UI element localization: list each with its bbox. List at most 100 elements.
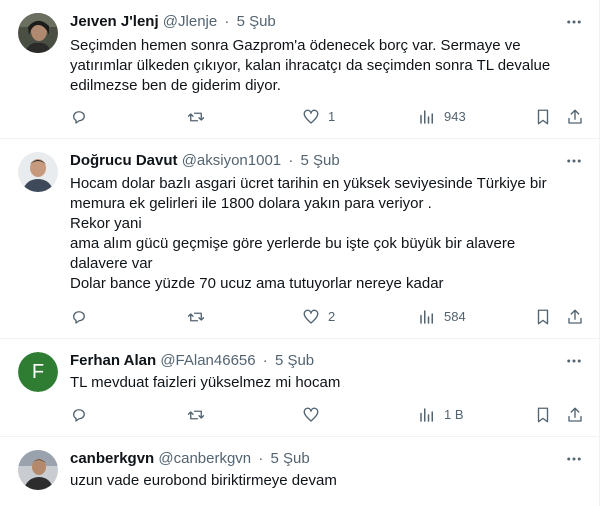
tweet-header: canberkgvn @canberkgvn · 5 Şub	[70, 449, 560, 469]
tweet-text: Seçimden hemen sonra Gazprom'a ödenecek …	[70, 36, 580, 96]
like-button[interactable]	[302, 405, 328, 425]
action-bar: 1 943	[70, 107, 586, 127]
tweet-line: dalavere var	[70, 255, 153, 272]
avatar-photo	[18, 152, 58, 192]
tweet-line: Dolar bance yüzde 70 ucuz ama tutuyorlar…	[70, 275, 444, 292]
reply-button[interactable]	[70, 405, 88, 425]
bookmark-icon	[537, 407, 549, 423]
reply-button[interactable]	[70, 107, 88, 127]
bookmark-button[interactable]	[534, 405, 552, 425]
like-count: 1	[328, 109, 336, 124]
user-handle[interactable]: @canberkgvn	[158, 450, 251, 467]
views-icon	[420, 408, 433, 422]
share-icon	[568, 309, 582, 324]
more-icon	[567, 20, 581, 24]
view-count: 943	[444, 109, 466, 124]
bookmark-icon	[537, 309, 549, 325]
retweet-button[interactable]	[186, 405, 206, 425]
display-name[interactable]: canberkgvn	[70, 450, 154, 467]
avatar[interactable]: F	[18, 352, 58, 392]
avatar[interactable]	[18, 152, 58, 192]
more-options-button[interactable]	[564, 151, 584, 171]
view-count: 584	[444, 309, 466, 324]
views-button[interactable]: 584	[418, 307, 466, 327]
views-icon	[420, 310, 433, 324]
like-button[interactable]: 2	[302, 307, 335, 327]
tweet-line: Rekor yani	[70, 215, 142, 232]
tweet-text: TL mevduat faizleri yükselmez mi hocam	[70, 373, 580, 393]
retweet-icon	[187, 410, 205, 420]
share-button[interactable]	[566, 107, 584, 127]
action-bar: 1 B	[70, 405, 586, 425]
more-icon	[567, 359, 581, 363]
timestamp[interactable]: 5 Şub	[237, 13, 276, 30]
share-button[interactable]	[566, 405, 584, 425]
tweet-ferhan-alan[interactable]: F Ferhan Alan @FAlan46656 · 5 Şub TL mev…	[0, 339, 600, 437]
reply-feed: Jeıven J'lenj @Jlenje · 5 Şub Seçimden h…	[0, 0, 600, 506]
avatar-photo	[18, 13, 58, 53]
views-button[interactable]: 1 B	[418, 405, 464, 425]
retweet-button[interactable]	[186, 307, 206, 327]
avatar-letter: F	[18, 352, 58, 392]
more-options-button[interactable]	[564, 12, 584, 32]
avatar[interactable]	[18, 13, 58, 53]
action-bar: 2 584	[70, 307, 586, 327]
tweet-line: memura ek gelirleri ile 1800 dolara yakı…	[70, 195, 432, 212]
avatar-photo	[18, 450, 58, 490]
avatar[interactable]	[18, 450, 58, 490]
user-handle[interactable]: @aksiyon1001	[182, 152, 281, 169]
reply-button[interactable]	[70, 307, 88, 327]
bookmark-button[interactable]	[534, 307, 552, 327]
tweet-header: Jeıven J'lenj @Jlenje · 5 Şub	[70, 12, 560, 32]
more-icon	[567, 159, 581, 163]
timestamp[interactable]: 5 Şub	[271, 450, 310, 467]
tweet-line: uzun vade eurobond biriktirmeye devam	[70, 472, 337, 489]
views-icon	[420, 110, 433, 124]
tweet-line: ama alım gücü geçmişe göre yerlerde bu i…	[70, 235, 516, 252]
tweet-line: TL mevduat faizleri yükselmez mi hocam	[70, 374, 341, 391]
like-icon	[303, 109, 319, 124]
share-icon	[568, 407, 582, 422]
like-icon	[303, 407, 319, 422]
tweet-header: Ferhan Alan @FAlan46656 · 5 Şub	[70, 351, 560, 371]
separator-dot: ·	[262, 352, 268, 369]
retweet-icon	[187, 112, 205, 122]
retweet-icon	[187, 312, 205, 322]
tweet-dogrucu-davut[interactable]: Doğrucu Davut @aksiyon1001 · 5 Şub Hocam…	[0, 139, 600, 339]
timestamp[interactable]: 5 Şub	[301, 152, 340, 169]
separator-dot: ·	[224, 13, 230, 30]
tweet-text: Hocam dolar bazlı asgari ücret tarihin e…	[70, 174, 580, 294]
bookmark-icon	[537, 109, 549, 125]
more-icon	[567, 457, 581, 461]
like-icon	[303, 309, 319, 324]
tweet-line: edilmezse ben de giderim diyor.	[70, 77, 281, 94]
user-handle[interactable]: @Jlenje	[163, 13, 217, 30]
share-icon	[568, 109, 582, 124]
reply-icon	[73, 311, 85, 324]
tweet-jeiven[interactable]: Jeıven J'lenj @Jlenje · 5 Şub Seçimden h…	[0, 0, 600, 139]
display-name[interactable]: Jeıven J'lenj	[70, 13, 159, 30]
share-button[interactable]	[566, 307, 584, 327]
reply-icon	[73, 409, 85, 422]
tweet-line: yatırımlar ülkeden çıkıyor, kalan ihraca…	[70, 57, 551, 74]
bookmark-button[interactable]	[534, 107, 552, 127]
like-count: 2	[328, 309, 336, 324]
like-button[interactable]: 1	[302, 107, 335, 127]
view-count: 1 B	[444, 407, 464, 422]
display-name[interactable]: Doğrucu Davut	[70, 152, 178, 169]
display-name[interactable]: Ferhan Alan	[70, 352, 156, 369]
more-options-button[interactable]	[564, 351, 584, 371]
more-options-button[interactable]	[564, 449, 584, 469]
user-handle[interactable]: @FAlan46656	[160, 352, 255, 369]
reply-icon	[73, 111, 85, 124]
views-button[interactable]: 943	[418, 107, 466, 127]
tweet-line: Hocam dolar bazlı asgari ücret tarihin e…	[70, 175, 547, 192]
tweet-canberkgvn[interactable]: canberkgvn @canberkgvn · 5 Şub uzun vade…	[0, 437, 600, 506]
tweet-line: Seçimden hemen sonra Gazprom'a ödenecek …	[70, 37, 521, 54]
timestamp[interactable]: 5 Şub	[275, 352, 314, 369]
separator-dot: ·	[258, 450, 264, 467]
retweet-button[interactable]	[186, 107, 206, 127]
tweet-text: uzun vade eurobond biriktirmeye devam	[70, 471, 580, 491]
tweet-header: Doğrucu Davut @aksiyon1001 · 5 Şub	[70, 151, 560, 171]
separator-dot: ·	[288, 152, 294, 169]
